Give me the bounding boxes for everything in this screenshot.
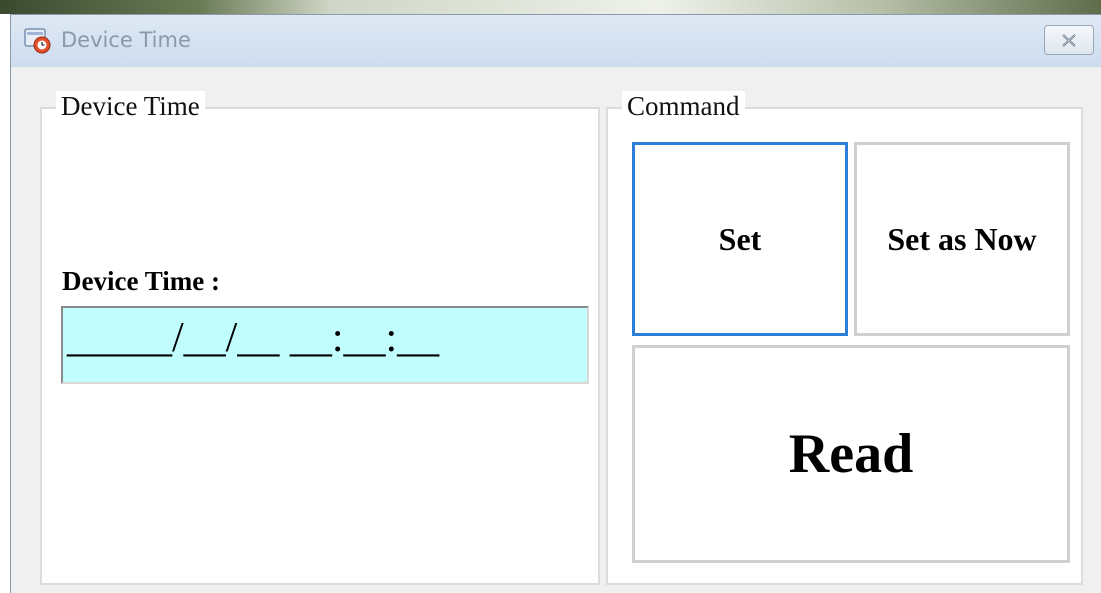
device-time-app-icon	[23, 26, 53, 54]
command-group-legend: Command	[622, 91, 745, 121]
set-as-now-button[interactable]: Set as Now	[854, 142, 1070, 336]
set-button[interactable]: Set	[632, 142, 848, 336]
device-time-group-legend: Device Time	[56, 91, 205, 121]
title-bar[interactable]: Device Time	[11, 15, 1101, 67]
screen: Device Time Device Time Device Time : __…	[0, 0, 1101, 593]
read-button[interactable]: Read	[632, 345, 1070, 563]
device-time-window: Device Time Device Time Device Time : __…	[10, 14, 1101, 593]
window-title: Device Time	[61, 28, 191, 52]
close-button[interactable]	[1044, 25, 1094, 55]
close-x-icon	[1062, 34, 1076, 47]
device-time-field-label: Device Time :	[62, 266, 220, 296]
device-time-groupbox: Device Time Device Time : _____/__/__ __…	[40, 91, 600, 585]
command-groupbox: Command Set Set as Now Read	[606, 91, 1083, 585]
device-time-field[interactable]: _____/__/__ __:__:__	[61, 306, 589, 384]
desktop-background-strip	[0, 0, 1101, 14]
